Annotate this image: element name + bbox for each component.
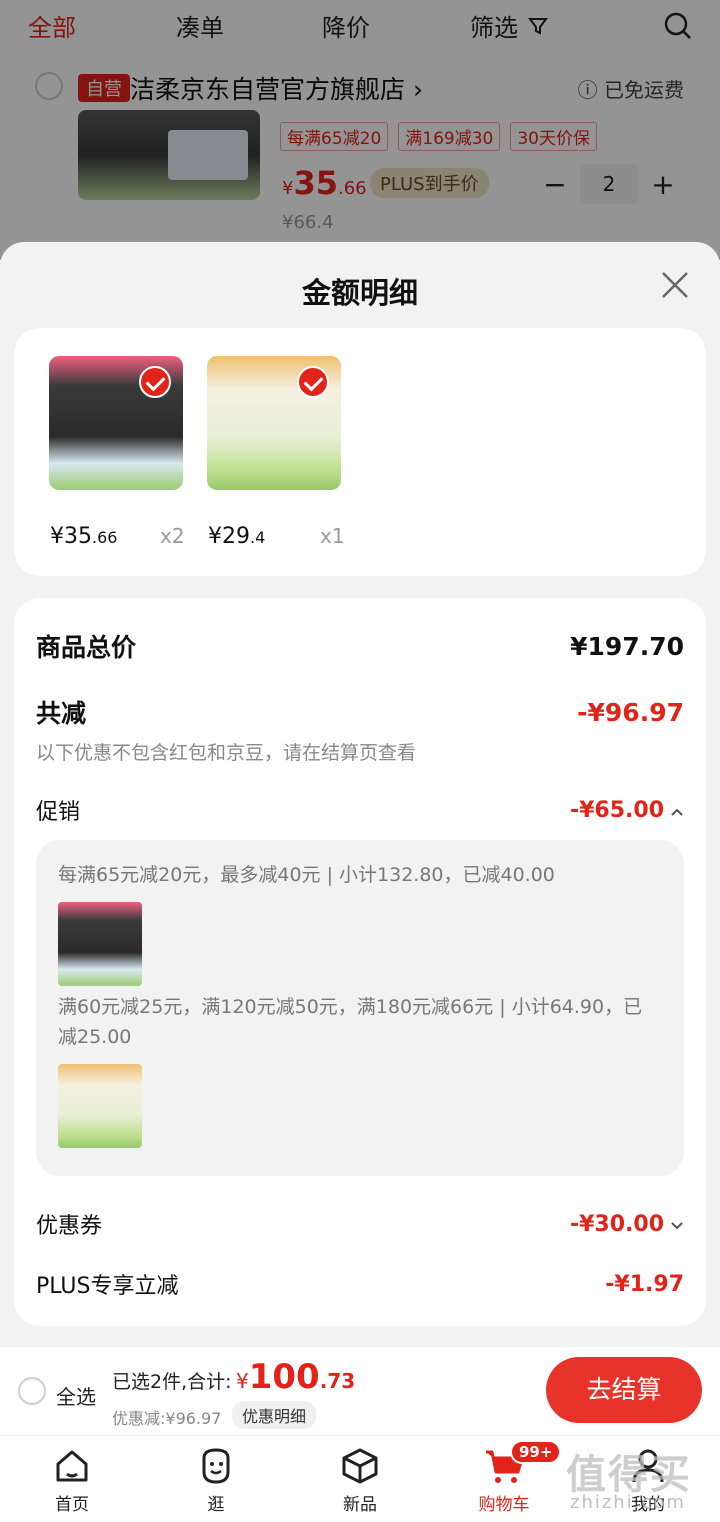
tab-new[interactable]: 新品 <box>310 1444 410 1515</box>
close-icon[interactable] <box>660 270 690 300</box>
promo-value-wrap[interactable]: -¥65.00 <box>570 798 684 823</box>
coupon-value-wrap[interactable]: -¥30.00 <box>570 1212 684 1237</box>
coupon-label: 优惠券 <box>36 1214 103 1239</box>
total-value: ¥197.70 <box>570 631 684 661</box>
tab-label: 逛 <box>207 1495 225 1515</box>
total-label: 商品总价 <box>36 633 137 662</box>
amount-detail-sheet: 金额明细 ¥35.66 x2 ¥29.4 x1 商品总价 ¥197.70 共减 … <box>0 242 720 1347</box>
tab-label: 新品 <box>343 1495 377 1515</box>
saved-amount: 优惠减:¥96.97 <box>112 1409 222 1428</box>
plus-discount-label: PLUS专享立减 <box>36 1274 179 1299</box>
item-price: ¥35.66 <box>50 524 118 549</box>
sheet-title: 金额明细 <box>301 276 418 310</box>
check-icon <box>139 366 171 398</box>
reduce-label: 共减 <box>36 699 87 728</box>
selection-summary: 已选2件,合计: <box>112 1371 232 1393</box>
promo-rule-1: 每满65元减20元，最多减40元 | 小计132.80，已减40.00 <box>58 864 555 886</box>
select-all-radio[interactable] <box>18 1377 46 1405</box>
chevron-up-icon[interactable] <box>670 807 684 817</box>
tab-label: 购物车 <box>478 1495 530 1515</box>
total-price: ¥100.73 <box>236 1357 356 1397</box>
check-icon <box>297 366 329 398</box>
tab-label: 首页 <box>55 1495 89 1515</box>
select-all-label[interactable]: 全选 <box>56 1381 96 1410</box>
reduce-note: 以下优惠不包含红包和京豆，请在结算页查看 <box>36 742 417 764</box>
reduce-value: -¥96.97 <box>577 697 684 727</box>
promo-product-thumbnail[interactable] <box>58 902 142 986</box>
face-icon <box>202 1448 230 1484</box>
product-thumbnail[interactable] <box>49 356 183 490</box>
selected-items-card: ¥35.66 x2 ¥29.4 x1 <box>14 328 706 576</box>
overlay-mask[interactable] <box>0 0 720 260</box>
promo-value: -¥65.00 <box>569 797 664 823</box>
item-qty: x1 <box>320 524 345 548</box>
promo-rule-2: 满60元减25元，满120元减50元，满180元减66元 | 小计64.90，已… <box>58 996 643 1048</box>
promo-product-thumbnail[interactable] <box>58 1064 142 1148</box>
plus-discount-row: PLUS专享立减 -¥1.97 <box>36 1268 684 1300</box>
plus-discount-value: -¥1.97 <box>605 1271 684 1297</box>
total-row: 商品总价 ¥197.70 <box>36 628 684 664</box>
checkout-button[interactable]: 去结算 <box>546 1357 702 1423</box>
watermark-sub: zhizhi.com <box>570 1492 686 1513</box>
promo-detail-box: 每满65元减20元，最多减40元 | 小计132.80，已减40.00 满60元… <box>36 840 684 1176</box>
promo-label: 促销 <box>36 800 81 825</box>
discount-detail-button[interactable]: 优惠明细 <box>232 1401 317 1429</box>
coupon-value: -¥30.00 <box>569 1211 664 1237</box>
price-breakdown-card: 商品总价 ¥197.70 共减 -¥96.97 以下优惠不包含红包和京豆，请在结… <box>14 598 706 1326</box>
reduce-row: 共减 -¥96.97 <box>36 694 684 730</box>
item-price: ¥29.4 <box>208 524 266 549</box>
coupon-row[interactable]: 优惠券 -¥30.00 <box>36 1208 684 1240</box>
cart-count-badge: 99+ <box>510 1440 562 1464</box>
checkout-bar: 全选 已选2件,合计: ¥100.73 优惠减:¥96.97 优惠明细 去结算 <box>0 1347 720 1435</box>
home-icon <box>56 1450 88 1482</box>
tab-browse[interactable]: 逛 <box>166 1444 266 1515</box>
chevron-down-icon[interactable] <box>670 1221 684 1231</box>
item-qty: x2 <box>160 524 185 548</box>
product-thumbnail[interactable] <box>207 356 341 490</box>
promo-row[interactable]: 促销 -¥65.00 <box>36 794 684 826</box>
tab-home[interactable]: 首页 <box>22 1444 122 1515</box>
box-icon <box>342 1448 378 1484</box>
